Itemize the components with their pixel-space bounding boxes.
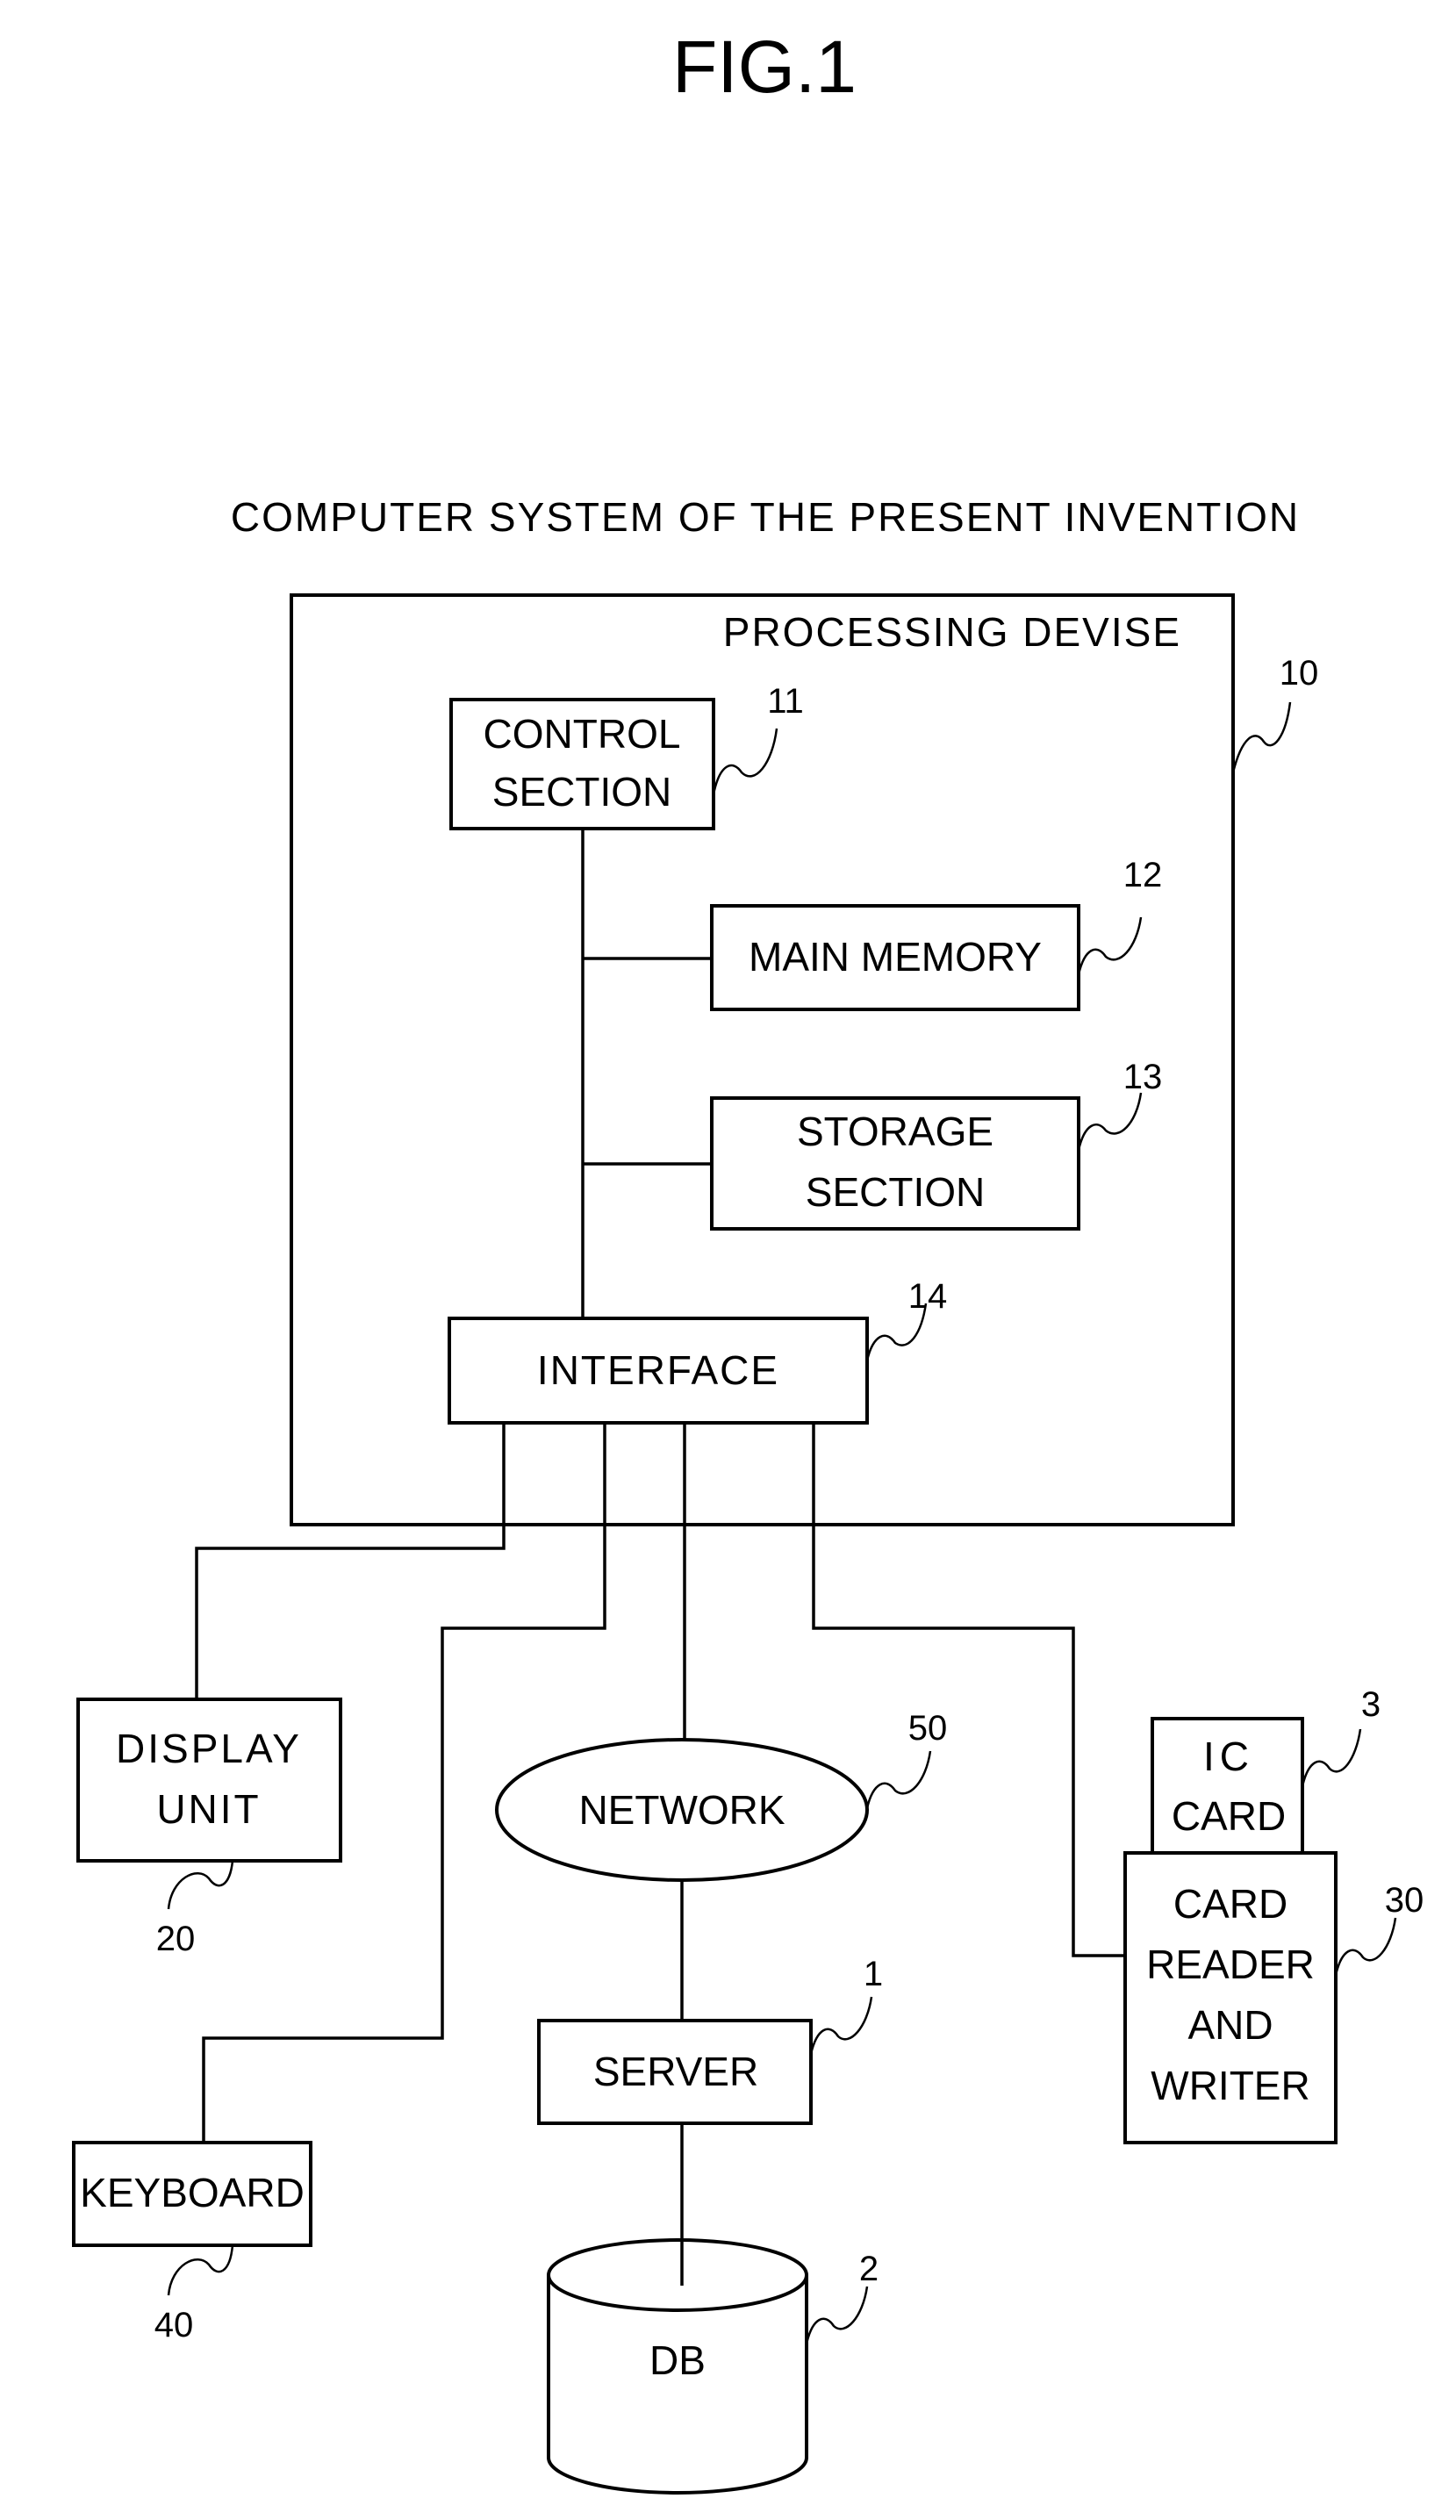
ref-2: 2	[859, 2250, 879, 2288]
ref-1: 1	[864, 1955, 883, 1993]
interface: INTERFACE	[448, 1317, 869, 1425]
ref-leader-2	[805, 2286, 869, 2344]
display-unit: DISPLAY UNIT	[76, 1698, 342, 1863]
processing-device-label: PROCESSING DEVISE	[723, 609, 1181, 655]
figure-subtitle: COMPUTER SYSTEM OF THE PRESENT INVENTION	[231, 494, 1300, 540]
ref-leader-40	[167, 2244, 234, 2296]
ref-30: 30	[1385, 1881, 1424, 1920]
ref-12: 12	[1123, 856, 1163, 894]
server: SERVER	[537, 2019, 813, 2125]
ref-leader-50	[865, 1750, 932, 1809]
ref-3: 3	[1361, 1685, 1381, 1724]
ref-13: 13	[1123, 1058, 1163, 1096]
storage-section-line2: SECTION	[806, 1169, 985, 1215]
figure-title: FIG.1	[672, 25, 857, 108]
control-section: CONTROL SECTION	[449, 698, 715, 830]
storage-section: STORAGE SECTION	[710, 1096, 1080, 1231]
card-reader-line2: READER	[1146, 1942, 1315, 1987]
ref-leader-3	[1301, 1728, 1362, 1787]
ic-card: IC CARD	[1151, 1717, 1304, 1856]
ref-40: 40	[154, 2306, 194, 2344]
ref-leader-20	[167, 1860, 234, 1910]
ref-leader-1	[809, 1996, 873, 2055]
interface-to-card-reader	[812, 1423, 1125, 1957]
ref-20: 20	[156, 1920, 196, 1958]
ref-leader-13	[1077, 1092, 1143, 1151]
network: NETWORK	[495, 1738, 869, 1882]
card-reader-line3: AND	[1187, 2002, 1273, 2048]
control-section-line1: CONTROL	[484, 711, 681, 757]
main-memory-label: MAIN MEMORY	[749, 934, 1042, 980]
server-label: SERVER	[593, 2049, 758, 2094]
ref-11: 11	[767, 682, 804, 721]
ref-50: 50	[908, 1709, 948, 1748]
interface-label: INTERFACE	[537, 1347, 779, 1393]
storage-section-line1: STORAGE	[797, 1109, 993, 1154]
ref-leader-11	[712, 728, 778, 795]
network-label: NETWORK	[578, 1787, 785, 1833]
interface-to-display	[195, 1423, 506, 1699]
card-reader-line4: WRITER	[1151, 2063, 1309, 2108]
system-diagram: FIG.1 COMPUTER SYSTEM OF THE PRESENT INV…	[72, 25, 1424, 2495]
main-memory: MAIN MEMORY	[710, 904, 1080, 1011]
ic-card-line1: IC	[1203, 1734, 1254, 1779]
display-unit-line2: UNIT	[156, 1786, 261, 1832]
display-unit-line1: DISPLAY	[116, 1726, 302, 1771]
keyboard-label: KEYBOARD	[80, 2170, 305, 2215]
keyboard: KEYBOARD	[72, 2141, 312, 2247]
db: DB	[547, 2238, 808, 2495]
ref-leader-30	[1334, 1917, 1397, 1976]
card-reader-line1: CARD	[1173, 1881, 1287, 1927]
ref-leader-10	[1231, 701, 1292, 773]
card-reader-writer: CARD READER AND WRITER	[1123, 1851, 1338, 2144]
db-label: DB	[649, 2337, 706, 2383]
ref-10: 10	[1280, 654, 1319, 693]
ref-14: 14	[908, 1277, 948, 1316]
ref-leader-12	[1077, 916, 1143, 975]
control-section-line2: SECTION	[492, 769, 671, 815]
ic-card-line2: CARD	[1172, 1793, 1286, 1839]
